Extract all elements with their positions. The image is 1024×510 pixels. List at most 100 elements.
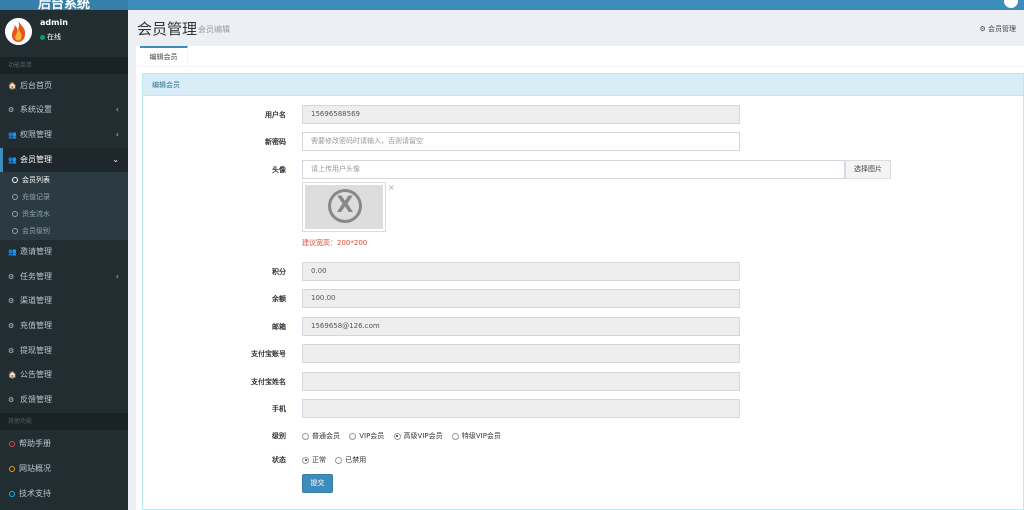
radio-label: 已禁用 xyxy=(345,456,367,464)
radio-icon xyxy=(302,432,309,440)
sidebar-item-permissions[interactable]: 👥 权限管理 ‹ xyxy=(0,123,128,147)
dashboard-icon: ⚙ xyxy=(979,25,988,33)
cogs-icon: ⚙ xyxy=(8,106,15,114)
circle-icon xyxy=(9,490,15,497)
sidebar-item-tasks[interactable]: ⚙ 任务管理 ‹ xyxy=(0,265,128,289)
alipay-name-field[interactable] xyxy=(302,372,740,391)
sidebar-item-announcements[interactable]: 🏠 公告管理 xyxy=(0,363,128,387)
circle-icon xyxy=(12,177,18,183)
menu-header-main: 功能菜单 xyxy=(0,57,128,74)
sidebar-item-invites[interactable]: 👥 邀请管理 xyxy=(0,240,128,264)
chevron-left-icon: ‹ xyxy=(115,272,119,281)
submenu-item-member-level[interactable]: 会员级别 xyxy=(0,223,128,240)
points-field[interactable]: 0.00 xyxy=(302,262,740,281)
users-icon: 👥 xyxy=(8,131,17,139)
panel-heading: 编辑会员 xyxy=(143,74,1023,96)
submenu-item-label: 会员列表 xyxy=(22,176,50,184)
avatar-label: 头像 xyxy=(272,166,286,174)
users-icon: 👥 xyxy=(8,248,17,256)
sidebar-item-recharge[interactable]: ⚙ 充值管理 xyxy=(0,314,128,338)
points-label: 积分 xyxy=(272,268,286,276)
circle-icon xyxy=(9,440,15,447)
sidebar-item-label: 渠道管理 xyxy=(20,296,52,305)
avatar-url-field[interactable]: 请上传用户头像 xyxy=(302,160,845,179)
phone-field[interactable] xyxy=(302,399,740,418)
status-label: 状态 xyxy=(272,456,286,464)
sidebar-item-label: 邀请管理 xyxy=(20,247,52,256)
user-menu-avatar[interactable] xyxy=(1004,0,1018,8)
choose-image-button[interactable]: 选择图片 xyxy=(845,160,891,179)
sidebar-item-label: 帮助手册 xyxy=(19,439,51,448)
sidebar-item-label: 任务管理 xyxy=(20,272,52,281)
level-option-premium-vip[interactable]: 特级VIP会员 xyxy=(451,430,501,442)
home-icon: 🏠 xyxy=(8,371,17,379)
sidebar-item-feedback[interactable]: ⚙ 反馈管理 xyxy=(0,388,128,412)
alipay-name-label: 支付宝姓名 xyxy=(251,378,286,386)
menu-header-other: 其他功能 xyxy=(0,413,128,430)
radio-label: 普通会员 xyxy=(312,432,340,440)
sidebar-item-label: 权限管理 xyxy=(20,130,52,139)
sidebar-item-label: 后台首页 xyxy=(20,81,52,90)
cogs-icon: ⚙ xyxy=(8,396,15,404)
submenu-item-recharge-records[interactable]: 充值记录 xyxy=(0,189,128,206)
email-field[interactable]: 1569658@126.com xyxy=(302,317,740,336)
circle-icon xyxy=(12,194,18,200)
sidebar-item-label: 反馈管理 xyxy=(20,395,52,404)
sidebar-item-tech-support[interactable]: 技术支持 xyxy=(0,482,128,506)
balance-label: 余额 xyxy=(272,295,286,303)
radio-label: 正常 xyxy=(312,456,326,464)
submit-button[interactable]: 提交 xyxy=(302,474,333,493)
submenu-item-label: 会员级别 xyxy=(22,227,50,235)
tab-divider xyxy=(136,66,1024,67)
alipay-account-field[interactable] xyxy=(302,344,740,363)
sidebar-item-channels[interactable]: ⚙ 渠道管理 xyxy=(0,289,128,313)
page-subtitle: 会员编辑 xyxy=(198,25,230,34)
submenu-item-member-list[interactable]: 会员列表 xyxy=(0,172,128,189)
username-field[interactable]: 15696588569 xyxy=(302,105,740,124)
status-option-disabled[interactable]: 已禁用 xyxy=(335,454,366,466)
radio-label: 特级VIP会员 xyxy=(461,432,501,440)
sidebar-item-site-overview[interactable]: 网站概况 xyxy=(0,457,128,481)
radio-icon xyxy=(451,432,459,440)
user-status-text: 在线 xyxy=(47,33,61,41)
email-label: 邮箱 xyxy=(272,323,286,331)
logo[interactable]: 后台系统 xyxy=(0,0,128,10)
level-radio-group: 普通会员 VIP会员 高级VIP会员 特级VIP会员 xyxy=(302,430,508,442)
tab-edit-member[interactable]: 编辑会员 xyxy=(140,46,188,66)
sidebar-item-label: 充值管理 xyxy=(20,321,52,330)
cogs-icon: ⚙ xyxy=(8,322,15,330)
flame-avatar-icon xyxy=(5,18,32,45)
status-radio-group: 正常 已禁用 xyxy=(302,454,373,466)
level-option-regular[interactable]: 普通会员 xyxy=(302,430,340,442)
level-option-vip[interactable]: VIP会员 xyxy=(349,430,384,442)
sidebar-item-dashboard[interactable]: 🏠 后台首页 xyxy=(0,74,128,98)
sidebar: admin 在线 功能菜单 🏠 后台首页 ⚙ 系统设置 ‹ 👥 权限管理 ‹ 👥 会员管理 ⌄… xyxy=(0,10,128,510)
remove-image-icon[interactable]: × xyxy=(388,183,395,192)
cogs-icon: ⚙ xyxy=(8,347,15,355)
radio-checked-icon xyxy=(302,456,309,464)
chevron-left-icon: ‹ xyxy=(115,130,119,139)
page-title: 会员管理 xyxy=(137,20,198,38)
avatar-size-hint: 建议宽高：200*200 xyxy=(302,239,368,247)
level-option-senior-vip[interactable]: 高级VIP会员 xyxy=(393,430,443,442)
top-navbar: 后台系统 xyxy=(0,0,1024,10)
sidebar-item-label: 技术支持 xyxy=(19,489,51,498)
sidebar-item-system-settings[interactable]: ⚙ 系统设置 ‹ xyxy=(0,98,128,122)
password-field[interactable]: 需要修改密码时请输入，否则请留空 xyxy=(302,132,740,151)
users-icon: 👥 xyxy=(8,156,17,164)
sidebar-item-help[interactable]: 帮助手册 xyxy=(0,432,128,456)
submenu-item-fund-flow[interactable]: 资金流水 xyxy=(0,206,128,223)
sidebar-item-label: 公告管理 xyxy=(20,370,52,379)
breadcrumb-item[interactable]: 会员管理 xyxy=(988,25,1016,33)
circle-icon xyxy=(9,465,15,472)
radio-icon xyxy=(349,432,357,440)
sidebar-item-members[interactable]: 👥 会员管理 ⌄ xyxy=(0,148,128,172)
submenu-item-label: 充值记录 xyxy=(22,193,50,201)
sidebar-item-label: 网站概况 xyxy=(19,464,51,473)
balance-field[interactable]: 100.00 xyxy=(302,289,740,308)
sidebar-item-withdraw[interactable]: ⚙ 提现管理 xyxy=(0,339,128,363)
user-name: admin xyxy=(40,18,68,27)
status-option-normal[interactable]: 正常 xyxy=(302,454,326,466)
chevron-left-icon: ‹ xyxy=(115,105,119,114)
radio-label: VIP会员 xyxy=(359,432,385,440)
